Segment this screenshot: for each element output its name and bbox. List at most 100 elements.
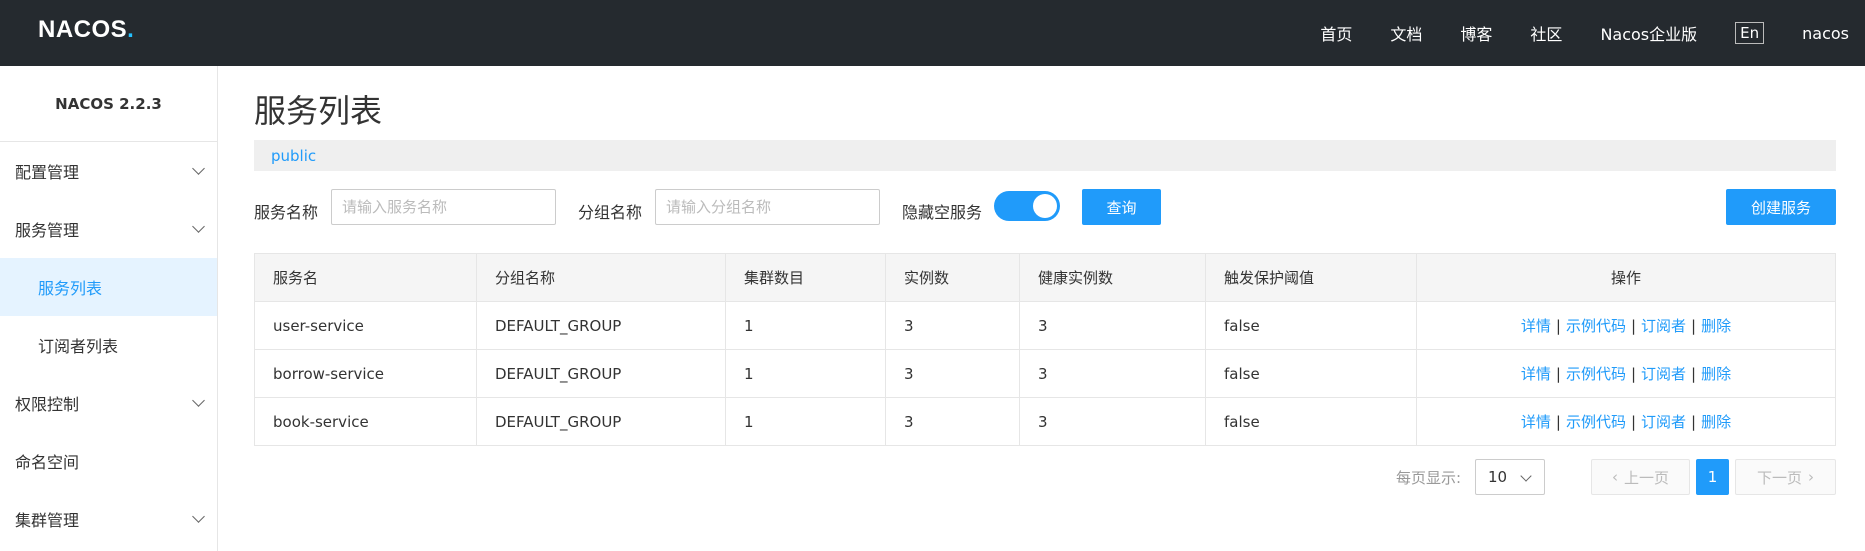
per-page-select[interactable]: 10 — [1475, 459, 1545, 495]
user-menu[interactable]: nacos — [1802, 24, 1849, 43]
sidebar-item-label: 命名空间 — [15, 453, 80, 472]
table-row: user-service DEFAULT_GROUP 1 3 3 false 详… — [254, 301, 1836, 350]
next-page-button[interactable]: 下一页 › — [1735, 459, 1836, 495]
sidebar-item-label: 订阅者列表 — [38, 337, 119, 356]
nav-blog[interactable]: 博客 — [1460, 21, 1492, 45]
service-name-cell: user-service — [254, 301, 477, 350]
separator: | — [1555, 317, 1561, 335]
sidebar-item-cluster-management[interactable]: 集群管理 — [0, 490, 217, 548]
sidebar-item-config-management[interactable]: 配置管理 — [0, 142, 217, 200]
sidebar: NACOS 2.2.3 配置管理 服务管理 服务列表 订阅者列表 权限控制 命名… — [0, 66, 218, 551]
instance-count-cell: 3 — [885, 349, 1020, 398]
per-page-value: 10 — [1488, 468, 1508, 486]
separator: | — [1691, 317, 1697, 335]
chevron-down-icon — [1520, 470, 1532, 482]
detail-link[interactable]: 详情 — [1521, 413, 1551, 431]
pagination: 每页显示: 10 ‹ 上一页 1 下一页 › — [1396, 459, 1836, 495]
sample-code-link[interactable]: 示例代码 — [1566, 317, 1626, 335]
delete-link[interactable]: 删除 — [1701, 317, 1731, 335]
top-navbar: NACOS. 首页 文档 博客 社区 Nacos企业版 En nacos — [0, 0, 1865, 66]
chevron-down-icon — [192, 394, 205, 407]
page-number-current[interactable]: 1 — [1696, 459, 1729, 495]
service-name-input[interactable] — [331, 189, 556, 225]
instance-count-cell: 3 — [885, 301, 1020, 350]
separator: | — [1691, 413, 1697, 431]
sidebar-item-label: 服务管理 — [15, 221, 80, 240]
sidebar-item-subscriber-list[interactable]: 订阅者列表 — [0, 316, 217, 374]
column-header: 服务名 — [254, 253, 477, 302]
language-switch[interactable]: En — [1735, 22, 1765, 44]
healthy-instance-cell: 3 — [1019, 397, 1206, 446]
healthy-instance-cell: 3 — [1019, 349, 1206, 398]
sidebar-item-access-control[interactable]: 权限控制 — [0, 374, 217, 432]
column-header: 分组名称 — [476, 253, 726, 302]
nav-docs[interactable]: 文档 — [1390, 21, 1422, 45]
chevron-right-icon: › — [1808, 468, 1814, 486]
chevron-down-icon — [192, 510, 205, 523]
next-label: 下一页 — [1756, 468, 1802, 487]
subscriber-link[interactable]: 订阅者 — [1641, 365, 1686, 383]
nav-home[interactable]: 首页 — [1320, 21, 1352, 45]
version-label: NACOS 2.2.3 — [0, 66, 217, 142]
healthy-instance-cell: 3 — [1019, 301, 1206, 350]
separator: | — [1630, 413, 1637, 431]
instance-count-cell: 3 — [885, 397, 1020, 446]
sample-code-link[interactable]: 示例代码 — [1566, 365, 1626, 383]
query-button[interactable]: 查询 — [1082, 189, 1161, 225]
table-row: book-service DEFAULT_GROUP 1 3 3 false 详… — [254, 397, 1836, 446]
prev-page-button[interactable]: ‹ 上一页 — [1591, 459, 1690, 495]
sample-code-link[interactable]: 示例代码 — [1566, 413, 1626, 431]
ops-cell: 详情 | 示例代码 | 订阅者 | 删除 — [1416, 349, 1836, 398]
nav-enterprise[interactable]: Nacos企业版 — [1600, 21, 1697, 45]
detail-link[interactable]: 详情 — [1521, 317, 1551, 335]
column-header: 集群数目 — [725, 253, 886, 302]
protect-threshold-cell: false — [1205, 349, 1417, 398]
sidebar-item-namespace[interactable]: 命名空间 — [0, 432, 217, 490]
separator: | — [1691, 365, 1697, 383]
ops-cell: 详情 | 示例代码 | 订阅者 | 删除 — [1416, 397, 1836, 446]
column-header: 触发保护阈值 — [1205, 253, 1417, 302]
group-name-input[interactable] — [655, 189, 880, 225]
hide-empty-label: 隐藏空服务 — [902, 203, 983, 222]
sidebar-item-label: 服务列表 — [38, 279, 103, 298]
protect-threshold-cell: false — [1205, 397, 1417, 446]
chevron-left-icon: ‹ — [1611, 468, 1618, 486]
column-header: 操作 — [1416, 253, 1836, 302]
chevron-down-icon — [192, 162, 205, 175]
namespace-bar: public — [254, 140, 1836, 171]
service-name-cell: book-service — [254, 397, 477, 446]
namespace-public-link[interactable]: public — [271, 147, 316, 165]
page-title: 服务列表 — [254, 92, 383, 130]
separator: | — [1630, 365, 1637, 383]
group-cell: DEFAULT_GROUP — [476, 397, 726, 446]
sidebar-item-label: 权限控制 — [15, 395, 80, 414]
hide-empty-toggle[interactable] — [994, 191, 1060, 221]
ops-cell: 详情 | 示例代码 | 订阅者 | 删除 — [1416, 301, 1836, 350]
separator: | — [1555, 413, 1561, 431]
subscriber-link[interactable]: 订阅者 — [1641, 413, 1686, 431]
sidebar-item-label: 集群管理 — [15, 511, 80, 530]
column-header: 实例数 — [885, 253, 1020, 302]
delete-link[interactable]: 删除 — [1701, 365, 1731, 383]
nacos-logo[interactable]: NACOS. — [38, 16, 134, 44]
subscriber-link[interactable]: 订阅者 — [1641, 317, 1686, 335]
cluster-count-cell: 1 — [725, 349, 886, 398]
group-cell: DEFAULT_GROUP — [476, 301, 726, 350]
group-cell: DEFAULT_GROUP — [476, 349, 726, 398]
per-page-label: 每页显示: — [1395, 468, 1461, 487]
service-table: 服务名 分组名称 集群数目 实例数 健康实例数 触发保护阈值 操作 user-s… — [254, 253, 1836, 446]
main-content: 服务列表 public 服务名称 分组名称 隐藏空服务 查询 创建服务 服务名 … — [254, 66, 1836, 495]
detail-link[interactable]: 详情 — [1521, 365, 1551, 383]
create-service-button[interactable]: 创建服务 — [1726, 189, 1836, 225]
sidebar-item-service-management[interactable]: 服务管理 — [0, 200, 217, 258]
prev-label: 上一页 — [1623, 468, 1669, 487]
table-row: borrow-service DEFAULT_GROUP 1 3 3 false… — [254, 349, 1836, 398]
delete-link[interactable]: 删除 — [1701, 413, 1731, 431]
cluster-count-cell: 1 — [725, 397, 886, 446]
filter-bar: 服务名称 分组名称 隐藏空服务 查询 创建服务 — [254, 171, 1836, 237]
table-header-row: 服务名 分组名称 集群数目 实例数 健康实例数 触发保护阈值 操作 — [254, 253, 1836, 302]
sidebar-item-service-list[interactable]: 服务列表 — [0, 258, 217, 316]
cluster-count-cell: 1 — [725, 301, 886, 350]
nav-community[interactable]: 社区 — [1530, 21, 1562, 45]
column-header: 健康实例数 — [1019, 253, 1206, 302]
